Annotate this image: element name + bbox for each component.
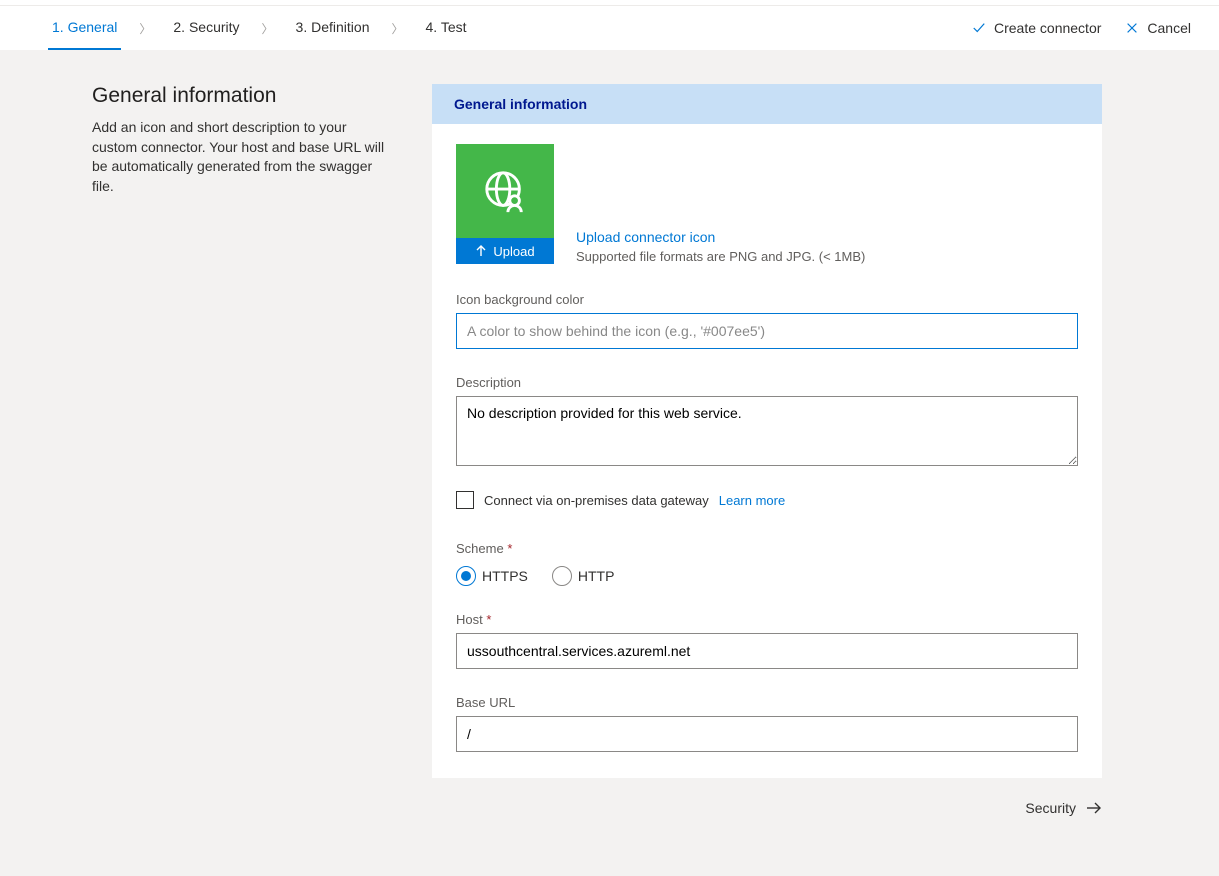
side-info: General information Add an icon and shor… xyxy=(92,84,392,196)
scheme-http-radio[interactable]: HTTP xyxy=(552,566,615,586)
general-card: General information xyxy=(432,84,1102,778)
description-textarea[interactable] xyxy=(456,396,1078,466)
base-url-input[interactable] xyxy=(456,716,1078,752)
tab-label: 1. General xyxy=(52,19,117,35)
tab-label: 4. Test xyxy=(426,19,467,35)
action-label: Cancel xyxy=(1147,20,1191,36)
arrow-right-icon xyxy=(1086,801,1102,815)
wizard-tabs-row: 1. General 〉 2. Security 〉 3. Definition… xyxy=(0,6,1219,50)
globe-user-icon xyxy=(482,168,528,214)
radio-label: HTTPS xyxy=(482,568,528,584)
baseurl-label: Base URL xyxy=(456,695,1078,710)
tab-label: 2. Security xyxy=(173,19,239,35)
chevron-right-icon: 〉 xyxy=(258,20,278,37)
scheme-https-radio[interactable]: HTTPS xyxy=(456,566,528,586)
page-description: Add an icon and short description to you… xyxy=(92,118,392,196)
card-header: General information xyxy=(432,84,1102,124)
tab-test[interactable]: 4. Test xyxy=(422,6,471,50)
cancel-button[interactable]: Cancel xyxy=(1125,20,1191,36)
next-label: Security xyxy=(1025,800,1076,816)
chevron-right-icon: 〉 xyxy=(135,20,155,37)
gateway-learn-more-link[interactable]: Learn more xyxy=(719,493,785,508)
close-icon xyxy=(1125,21,1139,35)
tab-security[interactable]: 2. Security xyxy=(169,6,243,50)
scheme-label: Scheme * xyxy=(456,541,1078,556)
upload-label: Upload xyxy=(493,244,534,259)
upload-icon xyxy=(475,245,487,257)
iconbg-label: Icon background color xyxy=(456,292,1078,307)
action-label: Create connector xyxy=(994,20,1101,36)
create-connector-button[interactable]: Create connector xyxy=(972,20,1101,36)
icon-bg-color-input[interactable] xyxy=(456,313,1078,349)
host-input[interactable] xyxy=(456,633,1078,669)
page-title: General information xyxy=(92,84,392,108)
upload-button[interactable]: Upload xyxy=(456,238,554,264)
radio-label: HTTP xyxy=(578,568,615,584)
next-security-link[interactable]: Security xyxy=(1025,800,1102,816)
description-label: Description xyxy=(456,375,1078,390)
upload-icon-link[interactable]: Upload connector icon xyxy=(576,229,865,245)
connector-icon-preview xyxy=(456,144,554,238)
tab-definition[interactable]: 3. Definition xyxy=(292,6,374,50)
gateway-label: Connect via on-premises data gateway xyxy=(484,493,709,508)
host-label: Host * xyxy=(456,612,1078,627)
tab-general[interactable]: 1. General xyxy=(48,6,121,50)
check-icon xyxy=(972,21,986,35)
upload-hint: Supported file formats are PNG and JPG. … xyxy=(576,249,865,264)
chevron-right-icon: 〉 xyxy=(387,20,407,37)
tab-label: 3. Definition xyxy=(296,19,370,35)
gateway-checkbox[interactable] xyxy=(456,491,474,509)
